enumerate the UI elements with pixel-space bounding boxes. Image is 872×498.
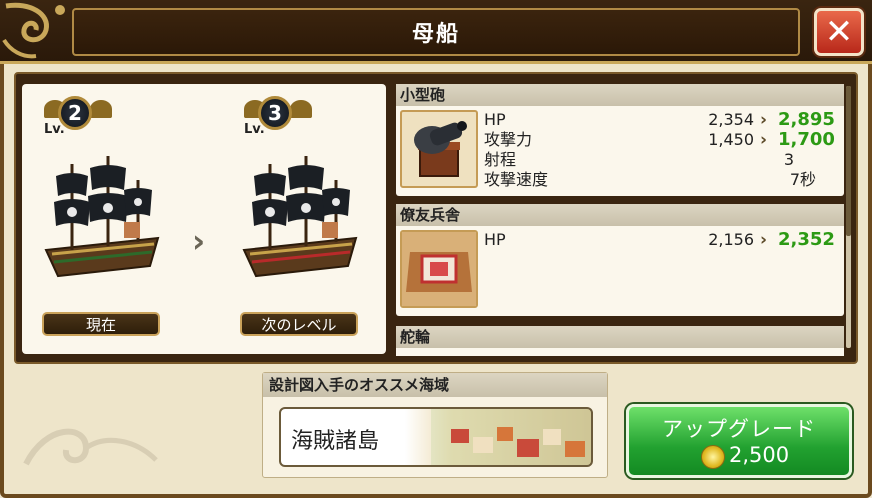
recommended-region-panel: 設計図入手のオススメ海域 海賊諸島 [262,372,608,478]
current-level-label: Lv. [44,122,65,137]
level-comparison-card: 2 Lv. 3 Lv. › 現在 次のレベル [22,84,386,354]
chevron-right-icon: › [192,222,206,260]
title-bar: 母船 ✕ [0,0,872,64]
coin-icon [701,445,725,469]
upgrade-cost: 2,500 [729,443,790,467]
upgrade-item-cannon: 小型砲 HP 2,354 › 2,895 攻撃力 1,450 › 1,700 射… [396,84,844,196]
upgrade-list-scrollbar[interactable] [846,86,851,348]
next-level-label: Lv. [244,122,265,137]
upgrade-list[interactable]: 小型砲 HP 2,354 › 2,895 攻撃力 1,450 › 1,700 射… [396,84,846,356]
upgrade-button-label: アップグレード [662,417,816,441]
barracks-icon [400,230,478,308]
decorative-swirl [23,428,158,466]
chevron-right-icon: › [760,110,768,130]
cannon-icon [400,110,478,188]
corner-ornament [2,2,65,59]
upgrade-item-title: 小型砲 [396,84,844,106]
upgrade-item-barracks: 僚友兵舎 HP 2,156 › 2,352 [396,204,844,316]
region-name: 海賊諸島 [291,429,380,454]
island-town-image [431,409,591,465]
next-level-button[interactable]: 次のレベル [240,312,358,336]
upgrade-item-title: 僚友兵舎 [396,204,844,226]
chevron-right-icon: › [760,230,768,250]
current-level-badge: 2 Lv. [40,92,120,137]
title-panel: 母船 [72,8,800,56]
region-header: 設計図入手のオススメ海域 [263,373,607,397]
upgrade-button[interactable]: アップグレード 2,500 [626,404,852,478]
scrollbar-thumb[interactable] [846,86,851,236]
upgrade-item-title: 舵輪 [396,326,844,348]
current-level-button[interactable]: 現在 [42,312,160,336]
upgrade-item-helm: 舵輪 [396,326,844,356]
current-ship-image [44,156,160,278]
next-level-badge: 3 Lv. [240,92,320,137]
region-button[interactable]: 海賊諸島 [279,407,593,467]
page-title: 母船 [411,22,460,47]
chevron-right-icon: › [760,130,768,150]
next-ship-image [242,156,358,278]
close-button[interactable]: ✕ [814,8,864,56]
close-icon: ✕ [824,12,854,52]
